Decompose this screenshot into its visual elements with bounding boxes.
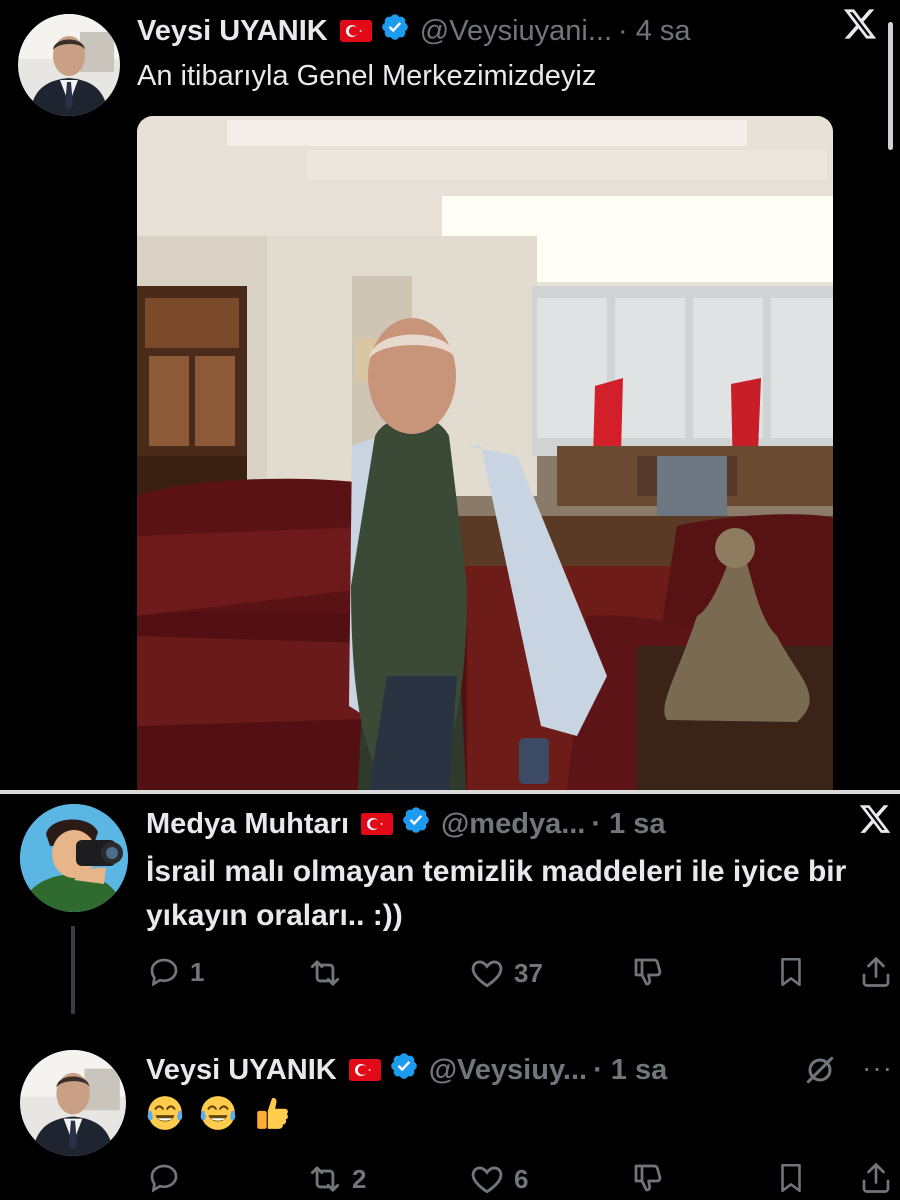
tears-of-joy-emoji-icon xyxy=(199,1094,237,1132)
reply-icon xyxy=(146,954,182,990)
tweet-header: Veysi UYANIK @Veysiuy... · 1 sa xyxy=(146,1050,667,1090)
office-photo xyxy=(137,116,833,790)
repost-icon xyxy=(306,1160,344,1198)
tweet-3[interactable]: Veysi UYANIK @Veysiuy... · 1 sa ··· 2 6 xyxy=(0,1030,900,1200)
author-name[interactable]: Veysi UYANIK xyxy=(146,1054,337,1087)
turkey-flag-icon xyxy=(348,1059,381,1081)
more-options-button[interactable]: ··· xyxy=(862,1052,893,1084)
tweet-text xyxy=(146,1092,297,1132)
tweet-time[interactable]: · 1 sa xyxy=(593,1054,667,1087)
author-avatar[interactable] xyxy=(20,1050,126,1156)
tweet-1[interactable]: Veysi UYANIK @Veysiuyani... · 4 sa An it… xyxy=(0,0,900,790)
reply-icon xyxy=(146,1160,182,1196)
share-button[interactable] xyxy=(858,954,894,990)
tweet-actions: 2 6 xyxy=(146,1160,896,1200)
reply-button[interactable] xyxy=(146,1160,190,1196)
thumbs-down-icon xyxy=(630,1160,666,1196)
heart-icon xyxy=(468,1160,506,1198)
share-icon xyxy=(858,954,894,990)
tweet-time[interactable]: · 4 sa xyxy=(618,15,691,48)
author-avatar[interactable] xyxy=(20,804,128,912)
tweet-text: İsrail malı olmayan temizlik maddeleri i… xyxy=(146,855,847,932)
author-name[interactable]: Medya Muhtarı xyxy=(146,808,349,841)
tweet-actions: 1 37 xyxy=(146,954,896,998)
author-avatar[interactable] xyxy=(18,14,120,116)
repost-button[interactable] xyxy=(306,954,352,992)
scrollbar[interactable] xyxy=(888,22,893,150)
like-count: 37 xyxy=(514,957,543,988)
turkey-flag-icon xyxy=(361,813,394,835)
bookmark-icon xyxy=(774,954,808,990)
dislike-button[interactable] xyxy=(630,1160,666,1196)
thumbs-down-icon xyxy=(630,954,666,990)
bookmark-button[interactable] xyxy=(774,954,808,990)
tweet-photo[interactable] xyxy=(137,116,833,790)
author-handle[interactable]: @Veysiuyani... xyxy=(420,15,612,48)
turkey-flag-icon xyxy=(339,20,372,42)
verified-badge-icon xyxy=(380,12,410,50)
share-button[interactable] xyxy=(858,1160,894,1196)
like-button[interactable]: 37 xyxy=(468,954,543,992)
like-button[interactable]: 6 xyxy=(468,1160,528,1198)
verified-badge-icon xyxy=(401,805,431,843)
author-handle[interactable]: @medya... xyxy=(441,808,585,841)
tweet-2[interactable]: Medya Muhtarı @medya... · 1 sa İsrail ma… xyxy=(0,794,900,1024)
reply-count: 1 xyxy=(190,956,205,987)
author-name[interactable]: Veysi UYANIK xyxy=(137,15,328,48)
share-icon xyxy=(858,1160,894,1196)
bookmark-button[interactable] xyxy=(774,1160,808,1196)
x-logo-icon[interactable] xyxy=(842,6,878,51)
dislike-button[interactable] xyxy=(630,954,666,990)
mute-icon[interactable] xyxy=(800,1050,840,1095)
x-logo-icon[interactable] xyxy=(858,802,892,845)
like-count: 6 xyxy=(514,1163,529,1194)
verified-badge-icon xyxy=(389,1051,419,1089)
tweet-time[interactable]: · 1 sa xyxy=(591,808,665,841)
heart-icon xyxy=(468,954,506,992)
author-handle[interactable]: @Veysiuy... xyxy=(429,1054,587,1087)
thread-line xyxy=(71,926,75,1014)
repost-count: 2 xyxy=(352,1163,367,1194)
tears-of-joy-emoji-icon xyxy=(146,1094,184,1132)
tweet-text: An itibarıyla Genel Merkezimizdeyiz xyxy=(137,60,597,92)
thumbs-up-emoji-icon xyxy=(253,1094,291,1132)
tweet-header: Medya Muhtarı @medya... · 1 sa xyxy=(146,804,666,844)
tweet-header: Veysi UYANIK @Veysiuyani... · 4 sa xyxy=(137,12,691,50)
repost-button[interactable]: 2 xyxy=(306,1160,366,1198)
reply-button[interactable]: 1 xyxy=(146,954,204,990)
repost-icon xyxy=(306,954,344,992)
bookmark-icon xyxy=(774,1160,808,1196)
